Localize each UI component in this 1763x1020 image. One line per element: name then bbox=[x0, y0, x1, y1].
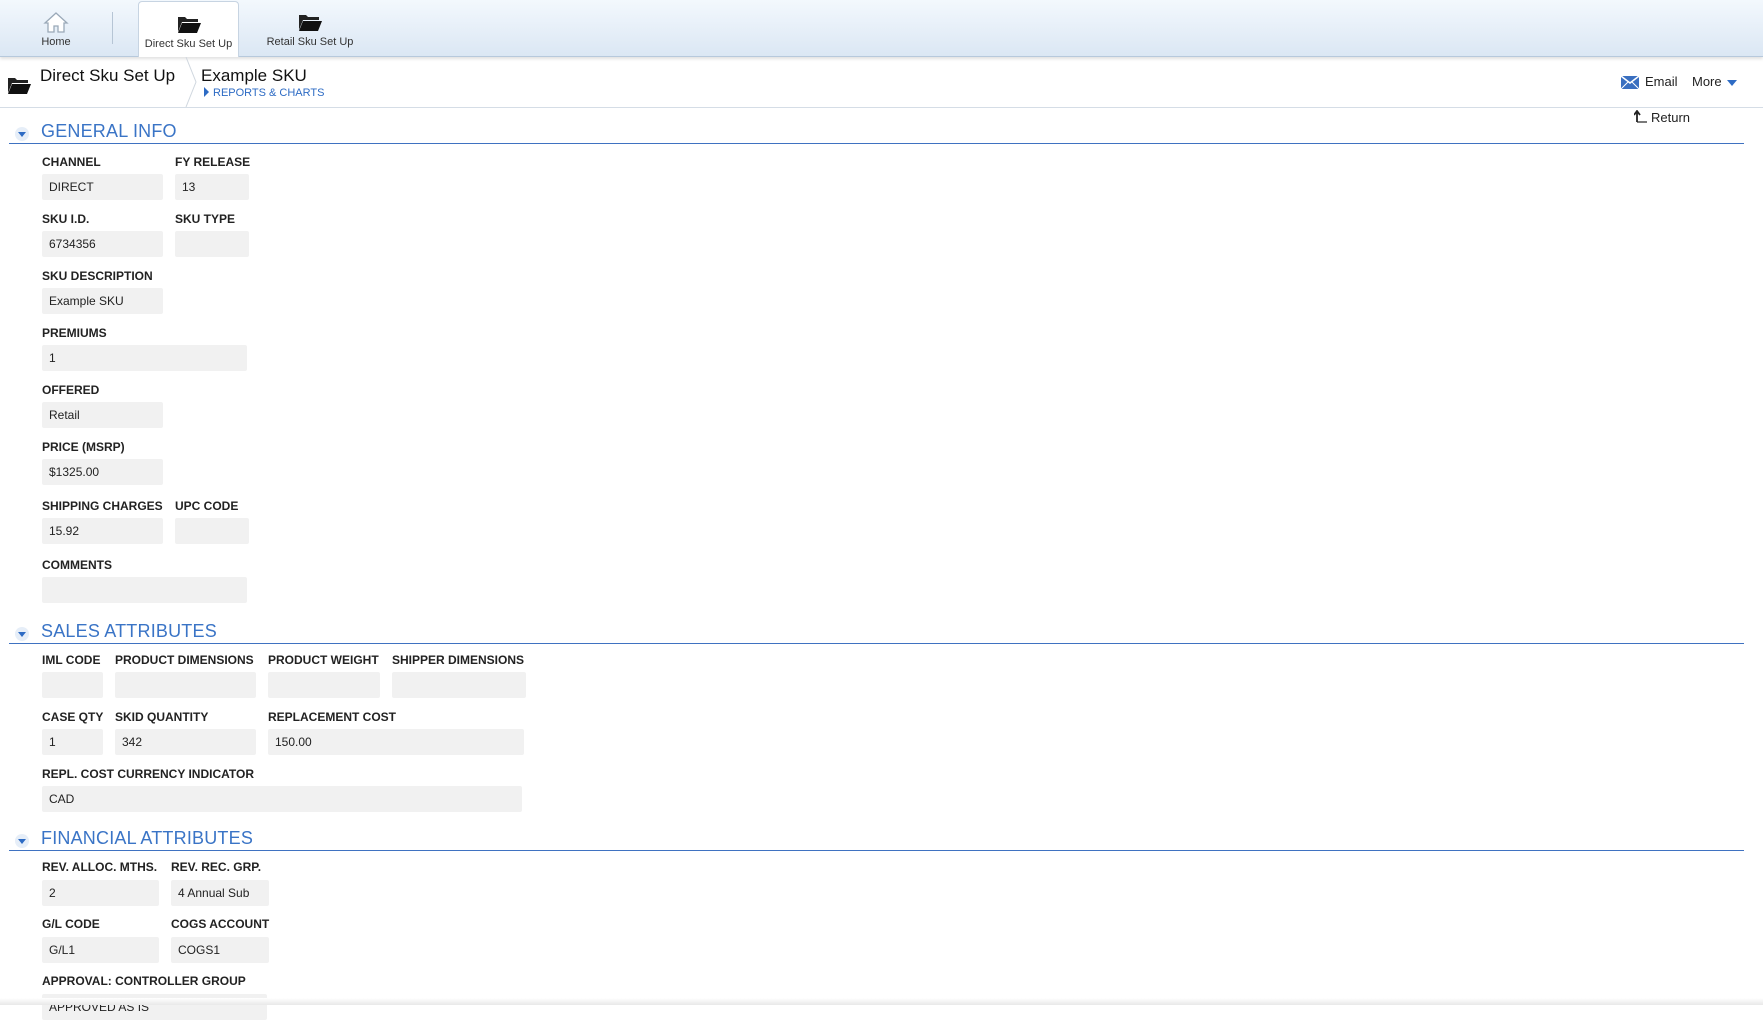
tab-home[interactable]: Home bbox=[24, 0, 88, 56]
folder-icon bbox=[299, 15, 322, 31]
premiums-field[interactable]: 1 bbox=[42, 345, 247, 371]
tab-retail-sku-set-up[interactable]: Retail Sku Set Up bbox=[262, 0, 358, 56]
collapse-toggle-icon[interactable] bbox=[15, 834, 29, 848]
iml-code-label: IML CODE bbox=[42, 653, 101, 667]
sku-type-field[interactable] bbox=[175, 231, 249, 257]
envelope-icon bbox=[1620, 75, 1640, 90]
email-label: Email bbox=[1645, 74, 1678, 89]
rev-alloc-mths-label: REV. ALLOC. MTHS. bbox=[42, 860, 158, 874]
product-weight-field[interactable] bbox=[268, 672, 380, 698]
premiums-label: PREMIUMS bbox=[42, 326, 107, 340]
upc-code-label: UPC CODE bbox=[175, 499, 239, 513]
price-msrp-label: PRICE (MSRP) bbox=[42, 440, 125, 454]
skid-quantity-field[interactable]: 342 bbox=[115, 729, 256, 755]
repl-cost-currency-label: REPL. COST CURRENCY INDICATOR bbox=[42, 767, 255, 781]
replacement-cost-field[interactable]: 150.00 bbox=[268, 729, 524, 755]
breadcrumb-separator bbox=[185, 57, 197, 107]
shipper-dimensions-field[interactable] bbox=[392, 672, 526, 698]
section-sales-attributes: SALES ATTRIBUTES bbox=[9, 621, 1744, 644]
cogs-account-field[interactable]: COGS1 bbox=[171, 937, 269, 963]
collapse-toggle-icon[interactable] bbox=[15, 627, 29, 641]
rev-rec-grp-label: REV. REC. GRP. bbox=[171, 860, 262, 874]
section-title: SALES ATTRIBUTES bbox=[41, 621, 217, 641]
expand-arrow-icon bbox=[204, 87, 209, 97]
sku-type-label: SKU TYPE bbox=[175, 212, 236, 226]
product-weight-label: PRODUCT WEIGHT bbox=[268, 653, 379, 667]
skid-quantity-label: SKID QUANTITY bbox=[115, 710, 209, 724]
more-menu-button[interactable]: More bbox=[1692, 74, 1737, 89]
cogs-account-label: COGS ACCOUNT bbox=[171, 917, 270, 931]
tab-direct-sku-set-up[interactable]: Direct Sku Set Up bbox=[138, 1, 239, 57]
reports-charts-label: REPORTS & CHARTS bbox=[213, 87, 325, 99]
comments-label: COMMENTS bbox=[42, 558, 112, 572]
upc-code-field[interactable] bbox=[175, 518, 249, 544]
breadcrumb-module[interactable]: Direct Sku Set Up bbox=[40, 66, 175, 86]
collapse-toggle-icon[interactable] bbox=[15, 127, 29, 141]
product-dimensions-label: PRODUCT DIMENSIONS bbox=[115, 653, 254, 667]
rev-alloc-mths-field[interactable]: 2 bbox=[42, 880, 159, 906]
window-bottom-edge bbox=[0, 998, 1763, 1005]
rev-rec-grp-field[interactable]: 4 Annual Sub bbox=[171, 880, 269, 906]
folder-icon bbox=[177, 17, 201, 33]
page-title: Example SKU bbox=[201, 66, 307, 85]
comments-field[interactable] bbox=[42, 577, 247, 603]
fy-release-field[interactable]: 13 bbox=[175, 174, 249, 200]
home-icon bbox=[43, 12, 69, 33]
offered-label: OFFERED bbox=[42, 383, 100, 397]
channel-label: CHANNEL bbox=[42, 155, 101, 169]
gl-code-field[interactable]: G/L1 bbox=[42, 937, 159, 963]
sku-id-field[interactable]: 6734356 bbox=[42, 231, 163, 257]
channel-field[interactable]: DIRECT bbox=[42, 174, 163, 200]
breadcrumb: Direct Sku Set Up Example SKU REPORTS & … bbox=[0, 57, 1763, 108]
product-dimensions-field[interactable] bbox=[115, 672, 256, 698]
offered-field[interactable]: Retail bbox=[42, 402, 163, 428]
shipping-charges-field[interactable]: 15.92 bbox=[42, 518, 163, 544]
section-general-info: GENERAL INFO bbox=[9, 121, 1744, 144]
email-button[interactable]: Email bbox=[1620, 74, 1678, 90]
gl-code-label: G/L CODE bbox=[42, 917, 100, 931]
iml-code-field[interactable] bbox=[42, 672, 103, 698]
section-title: FINANCIAL ATTRIBUTES bbox=[41, 828, 254, 848]
sku-description-label: SKU DESCRIPTION bbox=[42, 269, 153, 283]
section-title: GENERAL INFO bbox=[41, 121, 177, 141]
reports-charts-link[interactable]: REPORTS & CHARTS bbox=[204, 87, 324, 99]
case-qty-label: CASE QTY bbox=[42, 710, 104, 724]
tab-retail-sku-label: Retail Sku Set Up bbox=[266, 36, 354, 48]
more-label: More bbox=[1692, 74, 1722, 89]
nav-divider bbox=[112, 12, 113, 44]
tab-direct-sku-label: Direct Sku Set Up bbox=[144, 38, 233, 50]
fy-release-label: FY RELEASE bbox=[175, 155, 251, 169]
shipper-dimensions-label: SHIPPER DIMENSIONS bbox=[392, 653, 525, 667]
replacement-cost-label: REPLACEMENT COST bbox=[268, 710, 397, 724]
folder-icon bbox=[8, 78, 31, 94]
section-financial-attributes: FINANCIAL ATTRIBUTES bbox=[9, 828, 1744, 851]
repl-cost-currency-field[interactable]: CAD bbox=[42, 786, 522, 812]
top-navigation: Home Direct Sku Set Up Retail Sku Set Up bbox=[0, 0, 1763, 57]
tab-home-label: Home bbox=[41, 36, 71, 48]
price-msrp-field[interactable]: $1325.00 bbox=[42, 459, 163, 485]
sku-id-label: SKU I.D. bbox=[42, 212, 90, 226]
approval-controller-group-label: APPROVAL: CONTROLLER GROUP bbox=[42, 974, 246, 988]
shipping-charges-label: SHIPPING CHARGES bbox=[42, 499, 163, 513]
case-qty-field[interactable]: 1 bbox=[42, 729, 103, 755]
chevron-down-icon bbox=[1726, 80, 1737, 86]
sku-description-field[interactable]: Example SKU bbox=[42, 288, 163, 314]
